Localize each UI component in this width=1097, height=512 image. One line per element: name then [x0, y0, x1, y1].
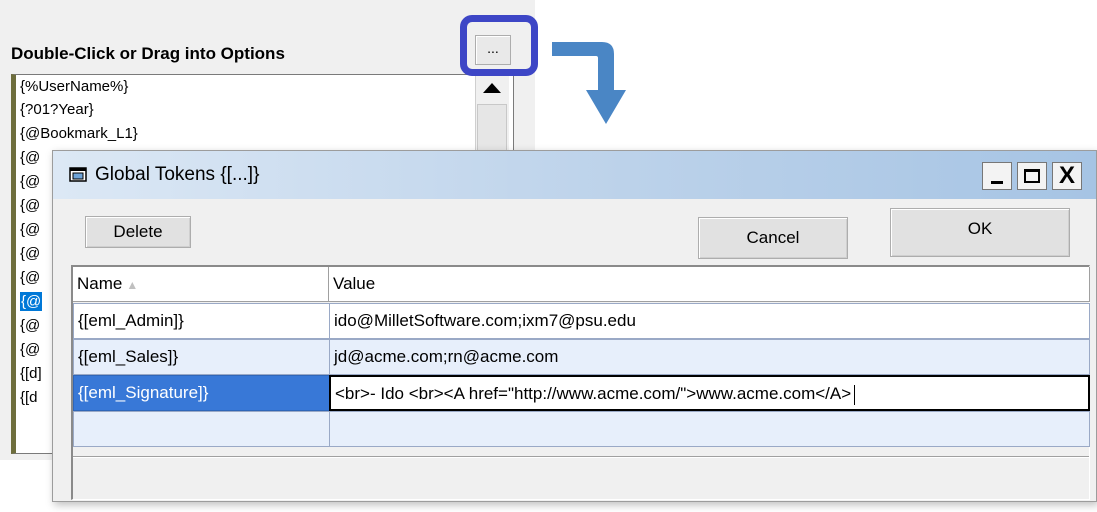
ok-button[interactable]: OK	[890, 208, 1070, 257]
close-button[interactable]: X	[1052, 162, 1082, 190]
dialog-title: Global Tokens {[...]}	[95, 164, 260, 185]
minimize-icon	[991, 181, 1003, 184]
maximize-icon	[1024, 169, 1040, 183]
table-cell-name[interactable]: {[eml_Admin]}	[73, 303, 330, 339]
table-cell-value-editor[interactable]: <br>- Ido <br><A href="http://www.acme.c…	[329, 375, 1090, 411]
list-item[interactable]: {@	[20, 220, 40, 239]
delete-button[interactable]: Delete	[85, 216, 191, 248]
dialog-titlebar[interactable]: Global Tokens {[...]} X	[53, 151, 1096, 199]
curved-arrow-icon	[552, 42, 626, 124]
table-cell-value[interactable]: ido@MilletSoftware.com;ixm7@psu.edu	[329, 303, 1090, 339]
list-item[interactable]: {[d]	[20, 364, 42, 383]
window-app-icon	[69, 167, 87, 182]
cancel-button[interactable]: Cancel	[698, 217, 848, 259]
column-header-value[interactable]: Value	[329, 267, 1090, 302]
list-item-selected[interactable]: {@	[20, 292, 43, 311]
tokens-grid[interactable]: Name ▲ Value {[eml_Admin]} ido@MilletSoft…	[71, 265, 1090, 500]
table-cell-name[interactable]: {[eml_Sales]}	[73, 339, 330, 375]
list-item[interactable]: {@	[20, 244, 40, 263]
sort-ascending-icon: ▲	[126, 278, 139, 292]
list-item[interactable]: {[d	[20, 388, 38, 407]
cell-editor-text: <br>- Ido <br><A href="http://www.acme.c…	[335, 384, 852, 403]
list-item[interactable]: {?01?Year}	[20, 100, 94, 119]
table-cell-name-selected[interactable]: {[eml_Signature]}	[73, 375, 330, 411]
list-item[interactable]: {%UserName%}	[20, 77, 128, 96]
panel-title: Double-Click or Drag into Options	[11, 44, 285, 63]
minimize-button[interactable]	[982, 162, 1012, 190]
grid-footer-highlight	[73, 457, 1089, 458]
highlight-annotation-box	[460, 15, 538, 76]
list-item[interactable]: {@Bookmark_L1}	[20, 124, 138, 143]
list-item[interactable]: {@	[20, 148, 40, 167]
table-cell-name[interactable]	[73, 411, 330, 447]
table-cell-value[interactable]	[329, 411, 1090, 447]
column-header-name[interactable]: Name ▲	[73, 267, 329, 302]
list-item[interactable]: {@	[20, 268, 40, 287]
arrow-up-icon	[483, 83, 501, 93]
scroll-up-button[interactable]	[477, 78, 507, 100]
list-item[interactable]: {@	[20, 340, 40, 359]
list-item[interactable]: {@	[20, 316, 40, 335]
column-header-label: Name	[77, 274, 123, 293]
global-tokens-dialog: Global Tokens {[...]} X Delete Cancel OK…	[52, 150, 1097, 502]
list-item[interactable]: {@	[20, 172, 40, 191]
table-cell-value[interactable]: jd@acme.com;rn@acme.com	[329, 339, 1090, 375]
list-item[interactable]: {@	[20, 196, 40, 215]
maximize-button[interactable]	[1017, 162, 1047, 190]
text-caret	[854, 384, 856, 405]
